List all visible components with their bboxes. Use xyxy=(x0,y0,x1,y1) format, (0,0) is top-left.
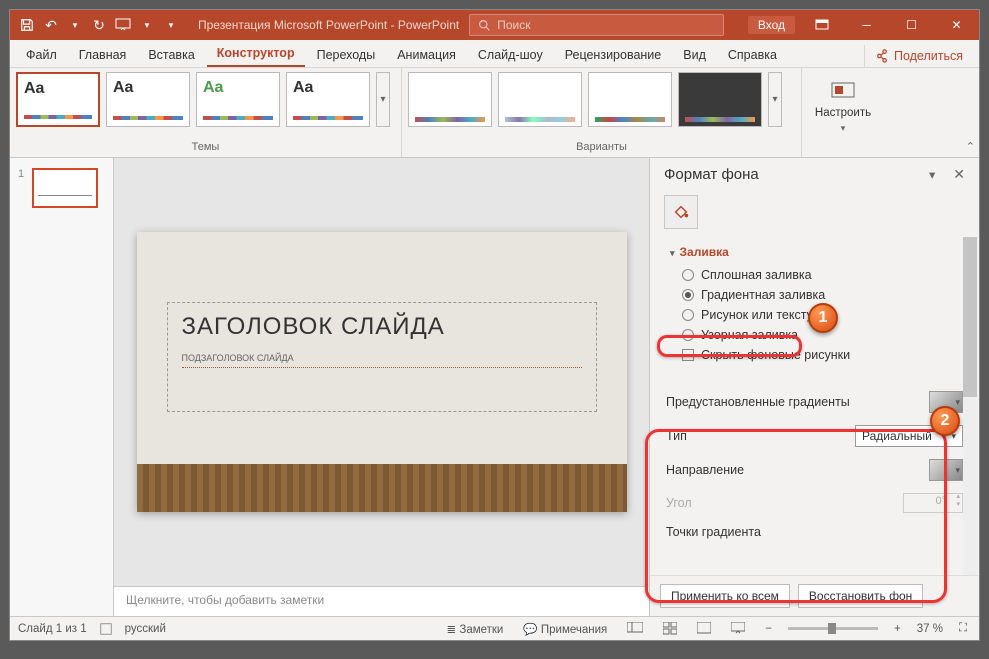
variant-item[interactable] xyxy=(408,72,492,127)
tab-view[interactable]: Вид xyxy=(673,42,716,67)
radio-solid[interactable]: Сплошная заливка xyxy=(664,265,965,285)
maximize-icon[interactable]: ☐ xyxy=(889,10,934,40)
scrollbar-thumb[interactable] xyxy=(963,237,977,397)
variant-item[interactable] xyxy=(498,72,582,127)
format-background-pane: Формат фона ▾ ✕ Заливка Сплошная заливка… xyxy=(649,158,979,616)
tab-file[interactable]: Файл xyxy=(16,42,67,67)
label-angle: Угол xyxy=(666,496,903,510)
slide-counter: Слайд 1 из 1 xyxy=(18,623,87,635)
redo-icon[interactable]: ↻ xyxy=(90,16,108,34)
spellcheck-icon[interactable] xyxy=(99,622,113,636)
tab-design[interactable]: Конструктор xyxy=(207,40,305,67)
fill-section-header[interactable]: Заливка xyxy=(664,241,965,265)
close-icon[interactable]: ✕ xyxy=(934,10,979,40)
start-slideshow-icon[interactable] xyxy=(114,16,132,34)
title-placeholder[interactable]: ЗАГОЛОВОК СЛАЙДА ПОДЗАГОЛОВОК СЛАЙДА xyxy=(167,302,597,412)
reading-view-icon[interactable] xyxy=(693,622,715,635)
slide-thumb[interactable] xyxy=(32,168,98,208)
theme-item[interactable]: Aa xyxy=(106,72,190,127)
slide-title: ЗАГОЛОВОК СЛАЙДА xyxy=(182,313,582,341)
chevron-down-icon[interactable]: ▾ xyxy=(66,16,84,34)
pane-options-icon[interactable]: ▾ xyxy=(929,167,935,182)
undo-icon[interactable]: ↶ xyxy=(42,16,60,34)
label-direction: Направление xyxy=(666,463,929,477)
gradient-options: Предустановленные градиенты▾ ТипРадиальн… xyxy=(656,375,973,553)
themes-more-icon[interactable]: ▾ xyxy=(376,72,390,127)
signin-button[interactable]: Вход xyxy=(748,16,795,34)
slide-subtitle: ПОДЗАГОЛОВОК СЛАЙДА xyxy=(182,353,582,363)
group-label-themes: Темы xyxy=(16,139,395,155)
status-bar: Слайд 1 из 1 русский ≣ Заметки 💬 Примеча… xyxy=(10,616,979,640)
comments-toggle[interactable]: 💬 Примечания xyxy=(519,622,611,636)
customize-button[interactable]: Настроить ▾ xyxy=(808,72,878,142)
close-icon[interactable]: ✕ xyxy=(953,166,965,183)
ribbon: Aa Aa Aa Aa ▾ Темы ▾ Варианты Настроить xyxy=(10,68,979,158)
window-title: Презентация Microsoft PowerPoint - Power… xyxy=(198,18,459,32)
label-preset: Предустановленные градиенты xyxy=(666,395,929,409)
annotation-badge-1: 1 xyxy=(808,303,838,333)
group-label-variants: Варианты xyxy=(408,139,795,155)
chevron-down-icon: ▾ xyxy=(841,123,846,134)
theme-item[interactable]: Aa xyxy=(16,72,100,127)
slide-canvas[interactable]: ЗАГОЛОВОК СЛАЙДА ПОДЗАГОЛОВОК СЛАЙДА xyxy=(114,158,649,586)
variant-item[interactable] xyxy=(588,72,672,127)
slideshow-view-icon[interactable] xyxy=(727,622,749,635)
normal-view-icon[interactable] xyxy=(623,622,647,635)
share-button[interactable]: Поделиться xyxy=(864,45,973,67)
tab-animations[interactable]: Анимация xyxy=(387,42,466,67)
reset-bg-button[interactable]: Восстановить фон xyxy=(798,584,923,608)
variant-item[interactable] xyxy=(678,72,762,127)
fit-window-icon[interactable]: ⛶ xyxy=(955,622,971,635)
check-hide-bg[interactable]: Скрыть фоновые рисунки xyxy=(664,345,965,365)
language[interactable]: русский xyxy=(125,623,166,635)
notes-area[interactable]: Щелкните, чтобы добавить заметки xyxy=(114,586,649,616)
label-type: Тип xyxy=(666,429,855,443)
minimize-icon[interactable]: ─ xyxy=(844,10,889,40)
theme-item[interactable]: Aa xyxy=(196,72,280,127)
search-placeholder: Поиск xyxy=(497,18,530,32)
save-icon[interactable] xyxy=(18,16,36,34)
notes-toggle[interactable]: ≣ Заметки xyxy=(443,622,508,636)
zoom-slider[interactable] xyxy=(788,627,878,630)
gradient-direction-dropdown[interactable]: ▾ xyxy=(929,459,963,481)
chevron-down-icon[interactable]: ▾ xyxy=(138,16,156,34)
tab-help[interactable]: Справка xyxy=(718,42,787,67)
search-input[interactable]: Поиск xyxy=(469,14,724,36)
zoom-in-icon[interactable]: + xyxy=(890,623,905,635)
radio-gradient[interactable]: Градиентная заливка xyxy=(664,285,965,305)
slide-thumbnails: 1 xyxy=(10,158,114,616)
ribbon-options-icon[interactable] xyxy=(799,10,844,40)
zoom-out-icon[interactable]: − xyxy=(761,623,776,635)
label-stops: Точки градиента xyxy=(666,525,963,539)
variants-more-icon[interactable]: ▾ xyxy=(768,72,782,127)
theme-item[interactable]: Aa xyxy=(286,72,370,127)
zoom-value[interactable]: 37 % xyxy=(917,623,943,635)
angle-spinner: 0° xyxy=(903,493,963,513)
ribbon-tabs: Файл Главная Вставка Конструктор Переход… xyxy=(10,40,979,68)
slide: ЗАГОЛОВОК СЛАЙДА ПОДЗАГОЛОВОК СЛАЙДА xyxy=(137,232,627,512)
tab-insert[interactable]: Вставка xyxy=(138,42,204,67)
sorter-view-icon[interactable] xyxy=(659,622,681,635)
thumb-number: 1 xyxy=(18,168,24,180)
titlebar: ↶ ▾ ↻ ▾ ▾ Презентация Microsoft PowerPoi… xyxy=(10,10,979,40)
pane-title: Формат фона xyxy=(664,166,759,183)
qat-more-icon[interactable]: ▾ xyxy=(162,16,180,34)
tab-home[interactable]: Главная xyxy=(69,42,137,67)
annotation-badge-2: 2 xyxy=(930,406,960,436)
tab-transitions[interactable]: Переходы xyxy=(307,42,386,67)
tab-review[interactable]: Рецензирование xyxy=(555,42,672,67)
fill-category-icon[interactable] xyxy=(664,195,698,229)
apply-all-button[interactable]: Применить ко всем xyxy=(660,584,790,608)
collapse-ribbon-icon[interactable]: ⌃ xyxy=(966,140,975,153)
tab-slideshow[interactable]: Слайд-шоу xyxy=(468,42,553,67)
